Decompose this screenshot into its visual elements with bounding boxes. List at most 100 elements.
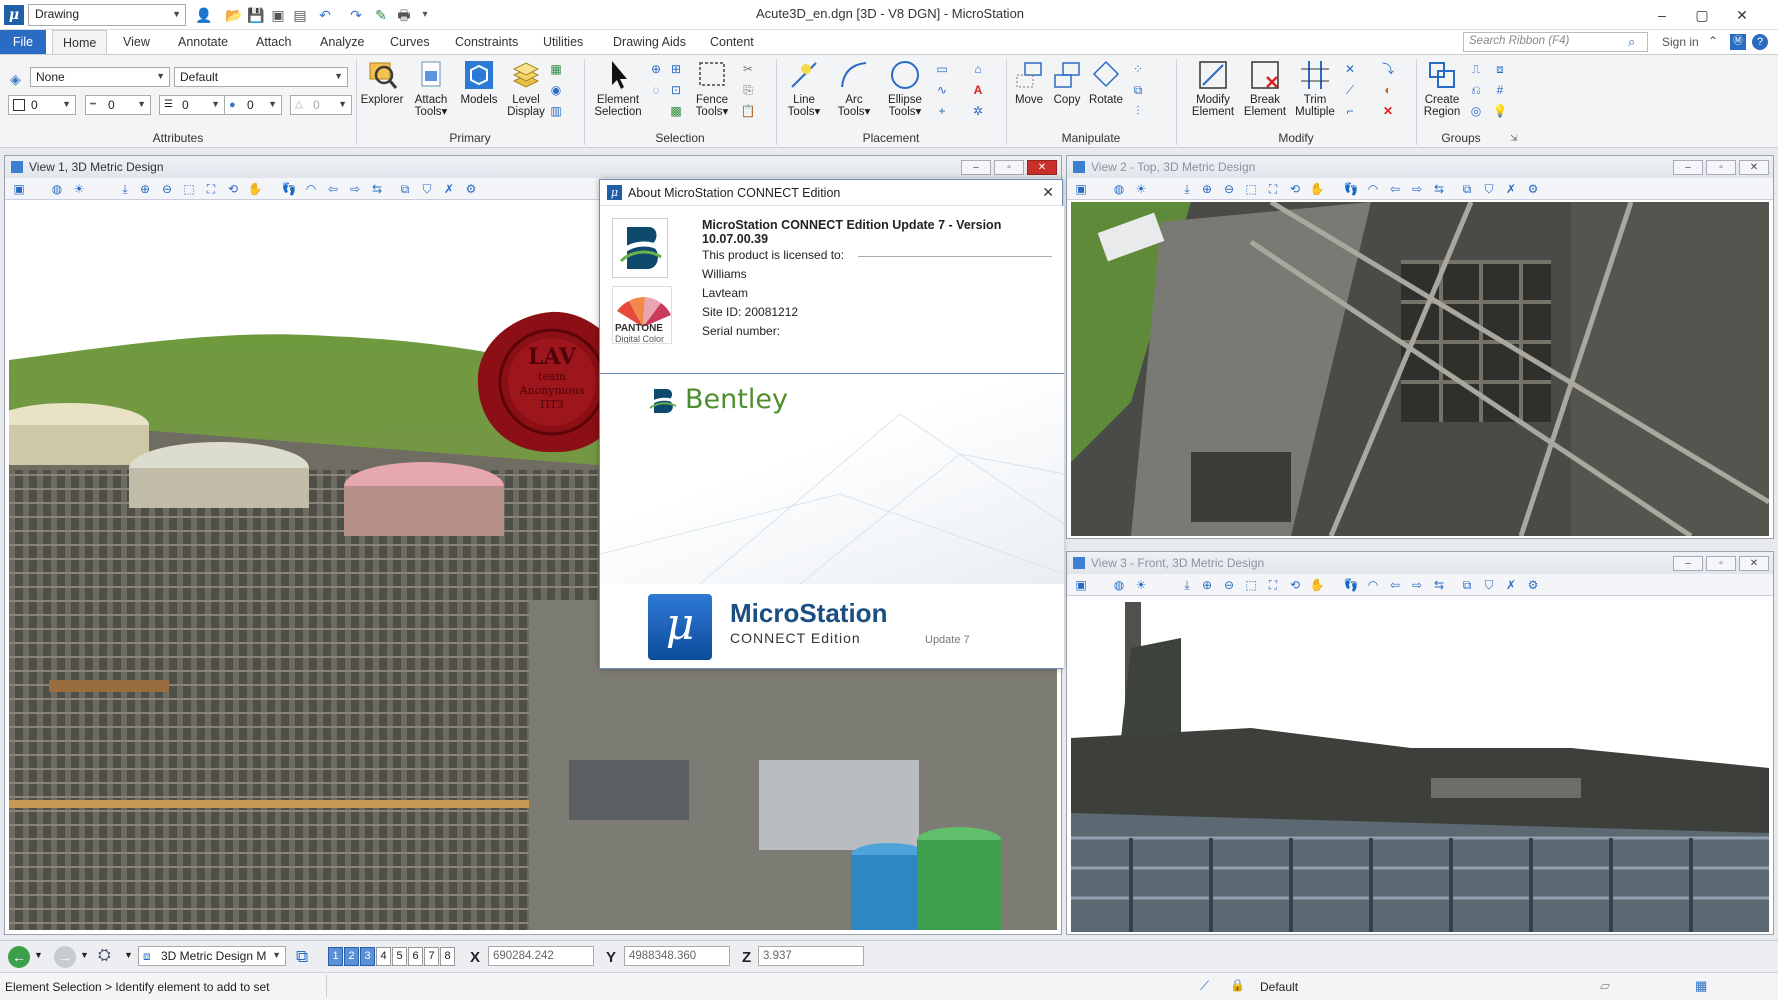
clip-volume-icon[interactable]: ⇆ bbox=[369, 181, 385, 197]
view-2-restore-button[interactable]: ▫ bbox=[1706, 160, 1736, 175]
clip-mask-icon[interactable]: ⛉ bbox=[419, 181, 435, 197]
line-style-combo[interactable]: ┅ 0 ▼ bbox=[85, 95, 151, 115]
select-circle-icon[interactable]: ◌ bbox=[648, 82, 664, 98]
primary-small-tool-3-icon[interactable]: ▥ bbox=[548, 103, 564, 119]
tab-content[interactable]: Content bbox=[700, 30, 764, 54]
minimize-window-button[interactable]: – bbox=[1642, 4, 1682, 26]
view-1-restore-button[interactable]: ▫ bbox=[994, 160, 1024, 175]
group-tool-2-icon[interactable]: ⧈ bbox=[1492, 61, 1508, 77]
break-element-button[interactable]: Break Element bbox=[1242, 59, 1288, 118]
tab-curves[interactable]: Curves bbox=[380, 30, 440, 54]
workflow-select[interactable]: Drawing ▼ bbox=[28, 4, 186, 26]
back-dropdown-icon[interactable]: ▼ bbox=[34, 950, 43, 960]
x-coordinate-field[interactable]: 690284.242 bbox=[488, 946, 594, 966]
view-1-close-button[interactable]: ✕ bbox=[1027, 160, 1057, 175]
view-toggle-4[interactable]: 4 bbox=[376, 947, 391, 966]
view-next-icon[interactable]: ⇨ bbox=[1409, 577, 1425, 593]
attach-tools-button[interactable]: Attach Tools▾ bbox=[408, 59, 454, 118]
lighting-icon[interactable]: ☀ bbox=[1133, 181, 1149, 197]
fit-view-icon[interactable]: ⛶ bbox=[1265, 577, 1281, 593]
tab-utilities[interactable]: Utilities bbox=[533, 30, 593, 54]
lock-icon[interactable]: 🔒 bbox=[1230, 978, 1245, 992]
view-display-icon[interactable]: ⚙ bbox=[463, 181, 479, 197]
display-style-icon[interactable]: ◍ bbox=[49, 181, 65, 197]
create-region-button[interactable]: Create Region bbox=[1420, 59, 1464, 118]
zoom-in-icon[interactable]: ⊕ bbox=[1199, 577, 1215, 593]
view-3-restore-button[interactable]: ▫ bbox=[1706, 556, 1736, 571]
clip-volume-icon[interactable]: ⇆ bbox=[1431, 577, 1447, 593]
window-area-icon[interactable]: ⬚ bbox=[181, 181, 197, 197]
rotate-view-icon[interactable]: ⟲ bbox=[1287, 577, 1303, 593]
view-3-minimize-button[interactable]: – bbox=[1673, 556, 1703, 571]
y-coordinate-field[interactable]: 4988348.360 bbox=[624, 946, 730, 966]
forward-dropdown-icon[interactable]: ▼ bbox=[80, 950, 89, 960]
view-previous-icon[interactable]: ⇦ bbox=[325, 181, 341, 197]
back-icon[interactable]: ← bbox=[8, 946, 30, 968]
clear-clip-icon[interactable]: ✗ bbox=[441, 181, 457, 197]
walk-icon[interactable]: 👣 bbox=[1343, 577, 1359, 593]
copy-button[interactable]: Copy bbox=[1048, 59, 1086, 106]
compress-icon[interactable]: ▤ bbox=[291, 6, 309, 24]
select-group-icon[interactable]: ⊡ bbox=[668, 82, 684, 98]
tab-file[interactable]: File bbox=[0, 30, 46, 54]
window-area-icon[interactable]: ⬚ bbox=[1243, 181, 1259, 197]
pan-view-icon[interactable]: ✋ bbox=[1309, 181, 1325, 197]
zoom-in-icon[interactable]: ⊕ bbox=[1199, 181, 1215, 197]
window-area-icon[interactable]: ⬚ bbox=[1243, 577, 1259, 593]
fit-view-icon[interactable]: ⛶ bbox=[203, 181, 219, 197]
help-icon[interactable]: ? bbox=[1752, 34, 1768, 50]
accudraw-icon[interactable]: ⟋ bbox=[1200, 978, 1209, 994]
print-icon[interactable]: 🖶 bbox=[395, 6, 413, 24]
view-2-minimize-button[interactable]: – bbox=[1673, 160, 1703, 175]
select-all-icon[interactable]: ⊞ bbox=[668, 61, 684, 77]
view-1-minimize-button[interactable]: – bbox=[961, 160, 991, 175]
cut-icon[interactable]: ✂ bbox=[740, 61, 756, 77]
element-template-combo[interactable]: Default ▼ bbox=[174, 67, 348, 87]
group-tool-5-icon[interactable]: ◎ bbox=[1468, 103, 1484, 119]
intersect-icon[interactable]: ✕ bbox=[1342, 61, 1358, 77]
clear-clip-icon[interactable]: ✗ bbox=[1503, 181, 1519, 197]
walk-icon[interactable]: 👣 bbox=[281, 181, 297, 197]
clip-mask-icon[interactable]: ⛉ bbox=[1481, 181, 1497, 197]
view-attributes-icon[interactable]: ▣ bbox=[11, 181, 27, 197]
view-toggle-3[interactable]: 3 bbox=[360, 947, 375, 966]
level-display-button[interactable]: Level Display bbox=[502, 59, 550, 118]
status-active-level[interactable]: Default bbox=[1260, 980, 1298, 994]
view-toggle-7[interactable]: 7 bbox=[424, 947, 439, 966]
transparency-combo[interactable]: △ 0 ▼ bbox=[290, 95, 352, 115]
place-point-icon[interactable]: + bbox=[934, 103, 950, 119]
walk-icon[interactable]: 👣 bbox=[1343, 181, 1359, 197]
save-settings-icon[interactable]: ▣ bbox=[269, 6, 287, 24]
fillet-icon[interactable]: ⤵ bbox=[1380, 61, 1396, 77]
view-previous-icon[interactable]: ⇦ bbox=[1387, 577, 1403, 593]
primary-small-tool-1-icon[interactable]: ▦ bbox=[548, 61, 564, 77]
z-coordinate-field[interactable]: 3.937 bbox=[758, 946, 864, 966]
display-style-icon[interactable]: ◍ bbox=[1111, 577, 1127, 593]
arc-tools-button[interactable]: Arc Tools▾ bbox=[832, 59, 876, 118]
snap-mode-icon[interactable]: ⛭ bbox=[98, 947, 111, 965]
models-button[interactable]: Models bbox=[456, 59, 502, 106]
lighting-icon[interactable]: ☀ bbox=[71, 181, 87, 197]
group-tool-1-icon[interactable]: ⎍ bbox=[1468, 61, 1484, 77]
view-toggle-6[interactable]: 6 bbox=[408, 947, 423, 966]
open-folder-icon[interactable]: 📂 bbox=[225, 6, 243, 24]
mirror-icon[interactable]: ⧉ bbox=[1130, 82, 1146, 98]
snap-dropdown-icon[interactable]: ▼ bbox=[124, 950, 133, 960]
view-toggle-1[interactable]: 1 bbox=[328, 947, 343, 966]
select-tool-icon[interactable]: ⊕ bbox=[648, 61, 664, 77]
search-ribbon-input[interactable]: Search Ribbon (F4) bbox=[1463, 32, 1648, 52]
redo-icon[interactable]: ↷ bbox=[347, 6, 365, 24]
view-rotation-icon[interactable]: ⧉ bbox=[397, 181, 413, 197]
fill-combo[interactable]: ● 0 ▼ bbox=[224, 95, 282, 115]
camera-icon[interactable]: ◠ bbox=[1365, 181, 1381, 197]
about-close-button[interactable]: ✕ bbox=[1042, 184, 1054, 201]
modify-element-button[interactable]: Modify Element bbox=[1190, 59, 1236, 118]
camera-icon[interactable]: ◠ bbox=[303, 181, 319, 197]
close-window-button[interactable]: ✕ bbox=[1722, 4, 1762, 26]
view-3-window[interactable]: View 3 - Front, 3D Metric Design – ▫ ✕ ▣ ◍… bbox=[1066, 551, 1774, 935]
pan-view-icon[interactable]: ✋ bbox=[1309, 577, 1325, 593]
view-3-canvas[interactable] bbox=[1071, 598, 1769, 932]
update-view-icon[interactable]: ⤓ bbox=[1179, 181, 1195, 197]
user-icon[interactable]: 👤 bbox=[195, 6, 213, 24]
place-text-icon[interactable]: A bbox=[970, 82, 986, 98]
